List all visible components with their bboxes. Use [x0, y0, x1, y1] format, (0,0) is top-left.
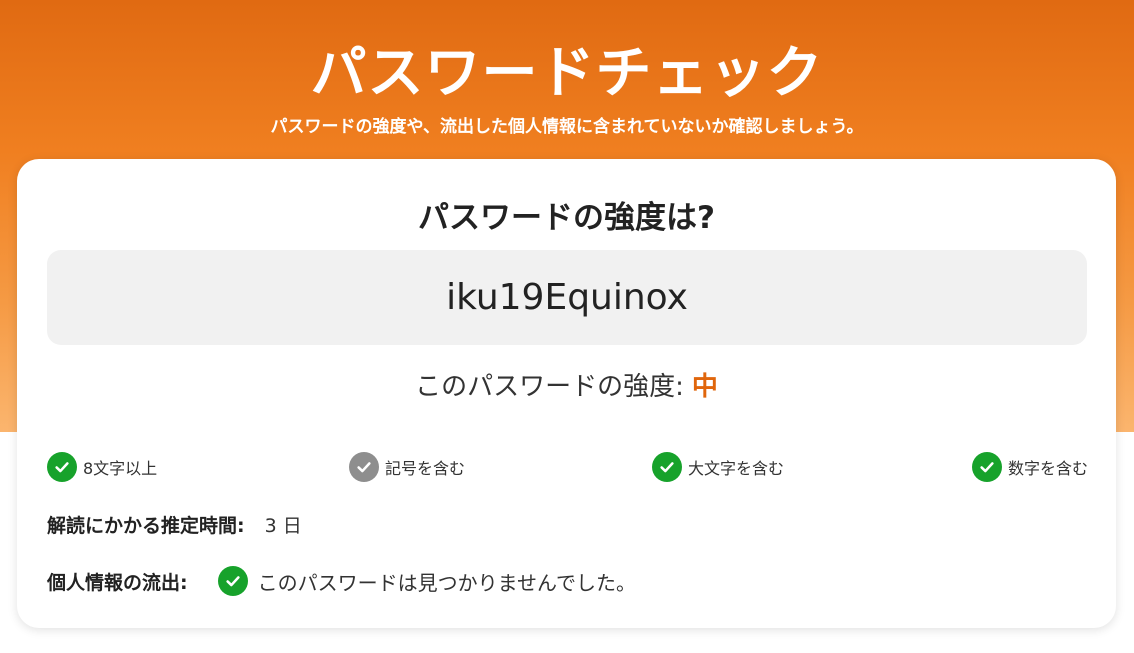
criterion-number: 数字を含む	[972, 452, 1088, 482]
page-subtitle: パスワードの強度や、流出した個人情報に含まれていないか確認しましょう。	[270, 117, 864, 137]
crack-time-row: 解読にかかる推定時間: 3 日	[47, 511, 302, 538]
criterion-length: 8文字以上	[47, 452, 157, 482]
criterion-uppercase: 大文字を含む	[652, 452, 784, 482]
leak-value: このパスワードは見つかりませんでした。	[257, 570, 637, 595]
strength-value: 中	[691, 372, 718, 402]
password-display[interactable]: iku19Equinox	[47, 250, 1087, 345]
check-icon	[349, 452, 379, 482]
leak-row: 個人情報の流出: このパスワードは見つかりませんでした。	[47, 566, 636, 596]
criterion-label: 記号を含む	[385, 459, 466, 478]
check-icon	[217, 566, 248, 596]
criterion-label: 数字を含む	[1008, 459, 1089, 478]
card-heading: パスワードの強度は?	[418, 200, 715, 236]
check-icon	[972, 452, 1002, 482]
page-title: パスワードチェック	[310, 41, 824, 106]
check-icon	[652, 452, 682, 482]
check-icon	[47, 452, 77, 482]
leak-label: 個人情報の流出:	[47, 571, 188, 594]
criterion-label: 8文字以上	[83, 459, 158, 478]
strength-line: このパスワードの強度: 中	[17, 366, 1116, 403]
criterion-label: 大文字を含む	[688, 459, 785, 478]
crack-time-label: 解読にかかる推定時間:	[47, 515, 245, 537]
strength-label: このパスワードの強度:	[415, 372, 684, 402]
criterion-symbol: 記号を含む	[349, 452, 465, 482]
crack-time-value: 3 日	[264, 515, 302, 537]
password-check-card: パスワードの強度は? iku19Equinox このパスワードの強度: 中 8文字…	[17, 159, 1116, 628]
